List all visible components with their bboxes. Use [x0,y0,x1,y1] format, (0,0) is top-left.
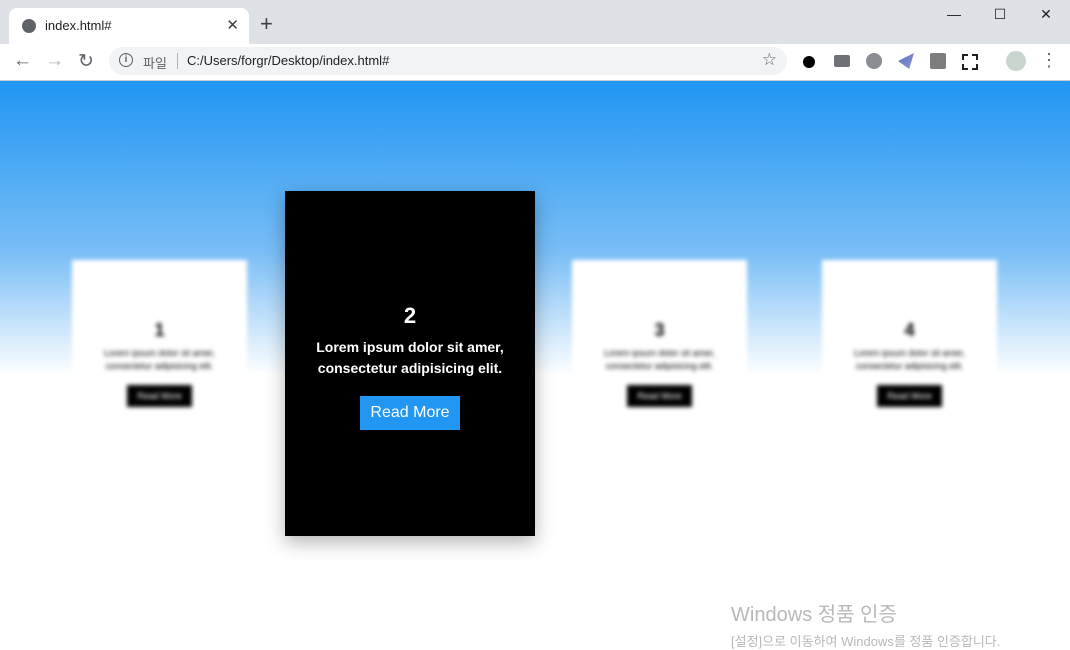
menu-icon[interactable]: ⋮ [1040,50,1058,71]
send-extension-icon[interactable] [898,53,914,69]
card-4[interactable]: 4 Lorem ipsum dolor sit amer, consectetu… [822,260,997,410]
card-number: 1 [154,320,165,340]
card-1[interactable]: 1 Lorem ipsum dolor sit amer, consectetu… [72,260,247,410]
maximize-button[interactable]: ☐ [977,6,1023,26]
card-text: Lorem ipsum dolor sit amer, consectetur … [603,348,716,371]
windows-activation-watermark: Windows 정품 인증 [설정]으로 이동하여 Windows를 정품 인증… [731,598,1000,650]
read-more-button[interactable]: Read More [627,385,692,407]
read-more-button[interactable]: Read More [360,396,460,430]
watermark-subtitle: [설정]으로 이동하여 Windows를 정품 인증합니다. [731,634,1001,649]
scheme-label: 파일 [143,56,167,71]
minimize-button[interactable]: — [931,6,977,26]
capture-extension-icon[interactable] [962,54,978,70]
close-tab-icon[interactable]: ✕ [226,16,239,34]
page-content: 1 Lorem ipsum dolor sit amer, consectetu… [0,81,1070,648]
back-button[interactable]: ← [13,50,32,72]
url-text[interactable]: C:/Users/forgr/Desktop/index.html# [187,53,389,68]
extension-badge-icon[interactable] [930,53,946,69]
card-text: Lorem ipsum dolor sit amer, consectetur … [853,348,966,371]
new-tab-button[interactable]: + [260,11,273,37]
card-text: Lorem ipsum dolor sit amer, consectetur … [103,348,216,371]
read-more-button[interactable]: Read More [877,385,942,407]
card-text: Lorem ipsum dolor sit amer, consectetur … [316,339,504,376]
info-icon[interactable]: i [119,53,133,67]
address-bar[interactable]: i 파일 C:/Users/forgr/Desktop/index.html# … [109,47,787,75]
browser-tab[interactable]: index.html# ✕ [9,8,249,44]
card-3[interactable]: 3 Lorem ipsum dolor sit amer, consectetu… [572,260,747,410]
card-number: 3 [654,320,665,340]
globe-icon [22,19,36,33]
read-more-button[interactable]: Read More [127,385,192,407]
bookmark-star-icon[interactable]: ☆ [762,50,777,70]
compass-extension-icon[interactable] [866,53,882,69]
address-separator [177,53,178,69]
avatar[interactable] [1006,51,1026,71]
record-extension-icon[interactable] [803,56,815,68]
tab-title: index.html# [45,18,112,33]
card-2[interactable]: 2 Lorem ipsum dolor sit amer, consectetu… [285,191,535,536]
forward-button[interactable]: → [45,50,64,72]
browser-toolbar: ← → ↻ i 파일 C:/Users/forgr/Desktop/index.… [0,44,1070,80]
watermark-title: Windows 정품 인증 [731,604,897,626]
reload-button[interactable]: ↻ [78,50,94,73]
close-window-button[interactable]: ✕ [1023,6,1069,26]
camera-extension-icon[interactable] [834,55,850,67]
card-number: 4 [904,320,915,340]
card-number: 2 [403,303,417,328]
browser-chrome: index.html# ✕ + — ☐ ✕ ← → ↻ i 파일 C:/User… [0,0,1070,81]
